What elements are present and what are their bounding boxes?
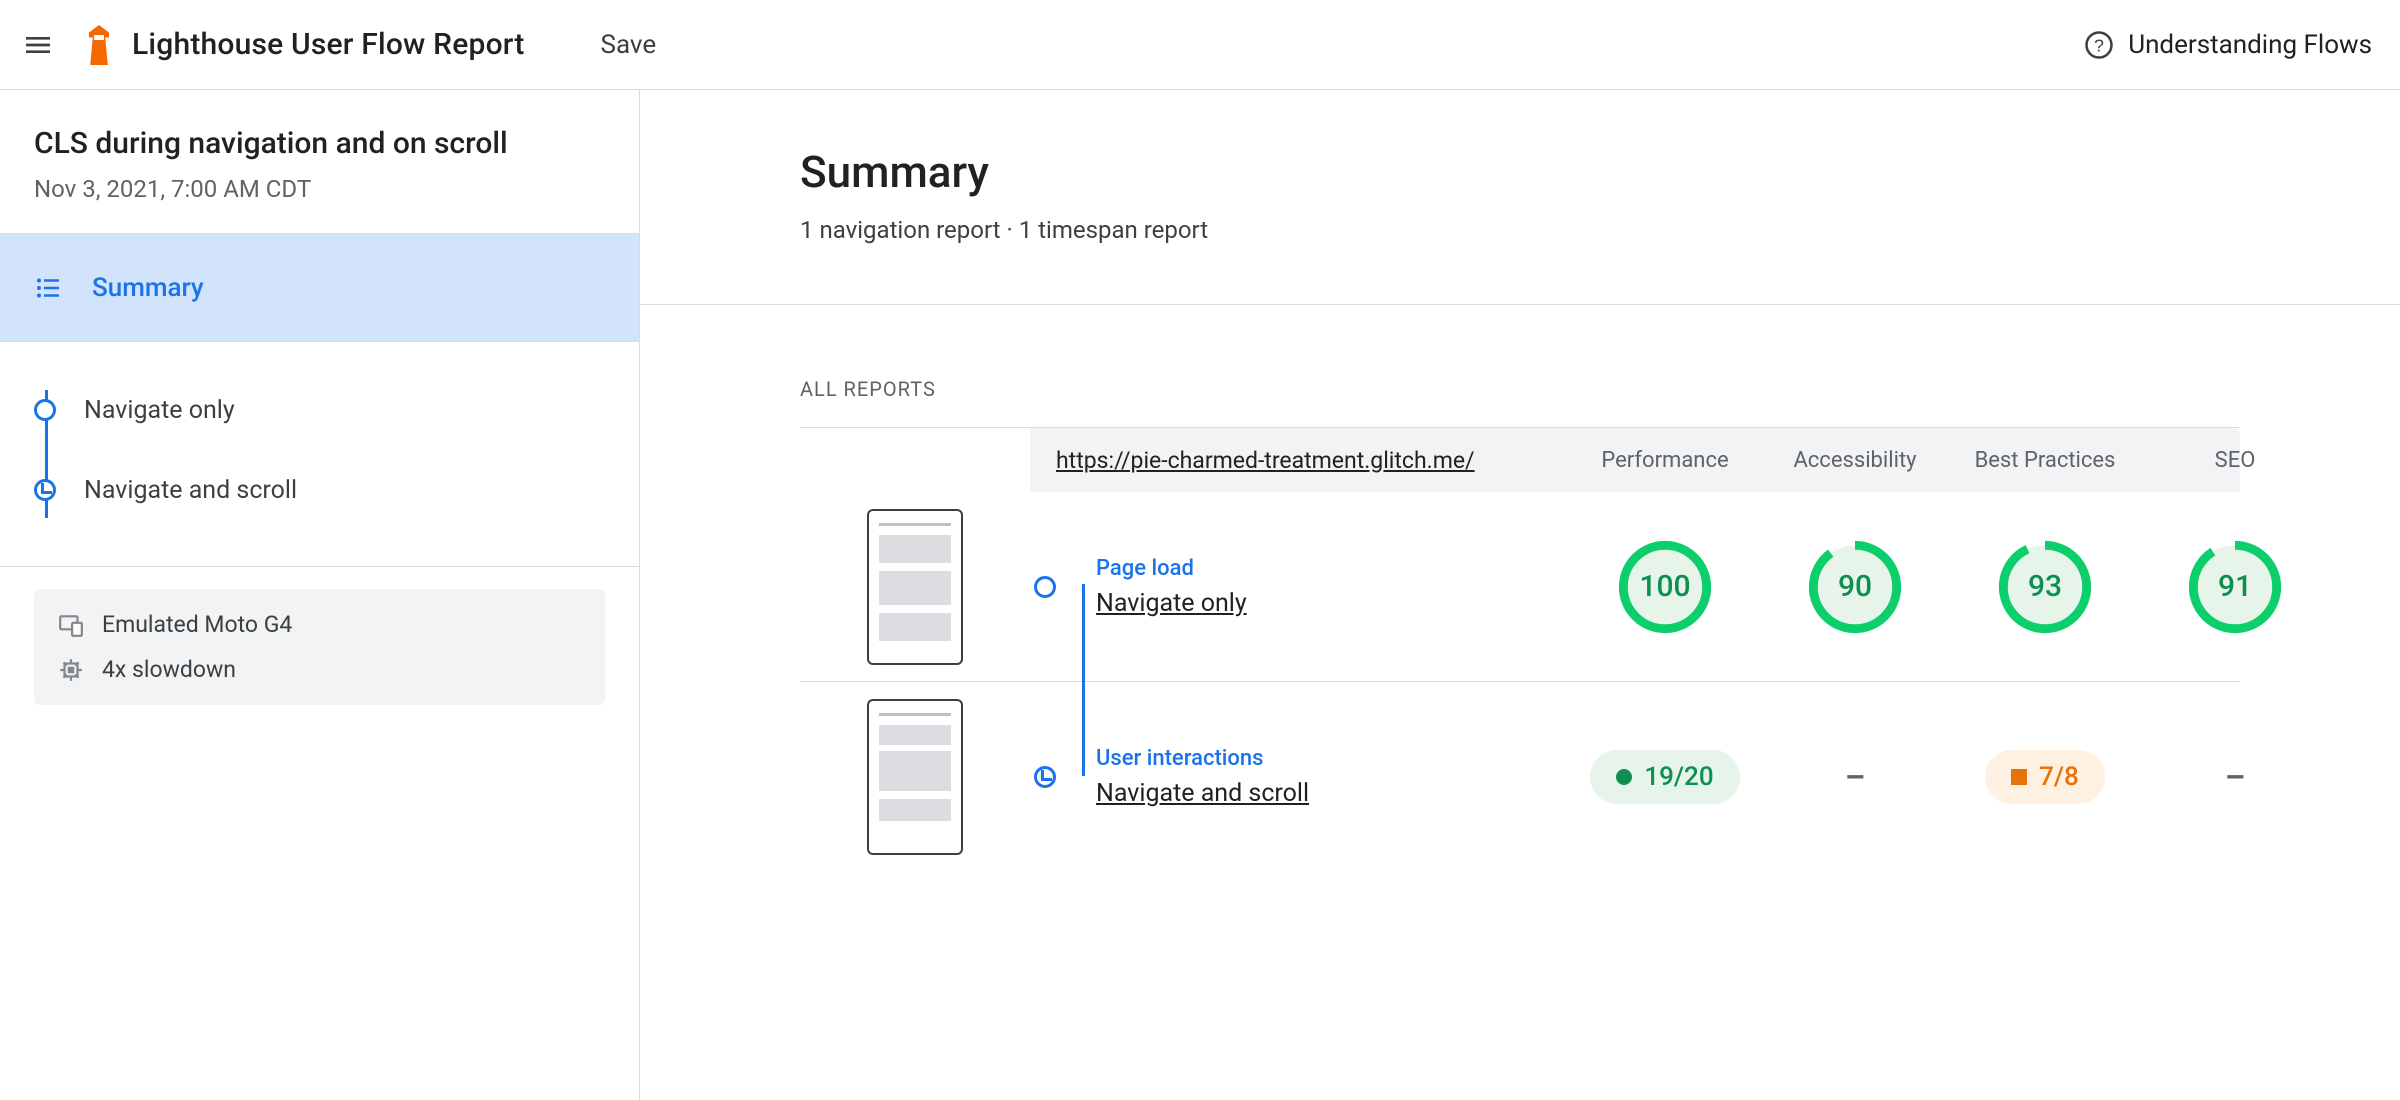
row-name-link[interactable]: Navigate only (1096, 589, 1247, 618)
timeline-connector (1082, 584, 1085, 776)
cpu-icon (58, 657, 84, 683)
menu-button[interactable] (18, 25, 58, 65)
list-icon (34, 273, 64, 303)
save-button[interactable]: Save (601, 30, 657, 60)
app-logo: Lighthouse User Flow Report (84, 25, 525, 65)
fraction-performance[interactable]: 19/20 (1570, 750, 1760, 804)
sidebar-step-navigate-only[interactable]: Navigate only (34, 370, 605, 450)
screenshot-thumbnail[interactable] (867, 509, 963, 665)
gauge-seo[interactable]: 91 (2140, 537, 2330, 637)
help-label: Understanding Flows (2128, 30, 2372, 60)
lighthouse-icon (84, 25, 114, 65)
col-seo: SEO (2140, 448, 2330, 473)
reports-header: https://pie-charmed-treatment.glitch.me/… (1030, 428, 2240, 492)
summary-label: Summary (92, 273, 204, 303)
navigation-marker-icon (34, 399, 56, 421)
app-title: Lighthouse User Flow Report (132, 27, 525, 62)
row-name-link[interactable]: Navigate and scroll (1096, 779, 1309, 808)
fraction-text: 7/8 (2039, 762, 2079, 792)
env-device: Emulated Moto G4 (58, 611, 581, 638)
pass-dot-icon (1616, 769, 1632, 785)
na-seo: – (2140, 758, 2330, 796)
screenshot-thumbnail[interactable] (867, 699, 963, 855)
gauge-value: 100 (1615, 537, 1715, 637)
col-accessibility: Accessibility (1760, 448, 1950, 473)
environment-panel: Emulated Moto G4 4x slowdown (34, 589, 605, 705)
main-panel: Summary 1 navigation report · 1 timespan… (640, 90, 2400, 1100)
average-square-icon (2011, 769, 2027, 785)
na-accessibility: – (1760, 758, 1950, 796)
flow-header: CLS during navigation and on scroll Nov … (0, 90, 639, 234)
col-best-practices: Best Practices (1950, 448, 2140, 473)
hamburger-icon (22, 29, 54, 61)
env-throttle-label: 4x slowdown (102, 656, 236, 683)
gauge-performance[interactable]: 100 (1570, 537, 1760, 637)
divider (640, 304, 2400, 305)
row-kind: Page load (1096, 556, 1247, 581)
col-performance: Performance (1570, 448, 1760, 473)
sidebar-step-navigate-and-scroll[interactable]: Navigate and scroll (34, 450, 605, 530)
sidebar-item-summary[interactable]: Summary (0, 234, 639, 342)
gauge-value: 93 (1995, 537, 2095, 637)
help-icon: ? (2084, 30, 2114, 60)
env-throttle: 4x slowdown (58, 656, 581, 683)
report-row-navigate-and-scroll: User interactions Navigate and scroll 19… (800, 682, 2240, 872)
env-device-label: Emulated Moto G4 (102, 611, 292, 638)
flow-title: CLS during navigation and on scroll (34, 126, 605, 161)
timespan-marker-icon (34, 479, 56, 501)
gauge-best-practices[interactable]: 93 (1950, 537, 2140, 637)
help-link[interactable]: ? Understanding Flows (2084, 30, 2372, 60)
flow-timestamp: Nov 3, 2021, 7:00 AM CDT (34, 175, 605, 203)
fraction-text: 19/20 (1644, 762, 1713, 792)
report-row-navigate-only: Page load Navigate only 100 90 (800, 492, 2240, 682)
svg-text:?: ? (2094, 35, 2104, 55)
page-subtitle: 1 navigation report · 1 timespan report (800, 216, 2240, 244)
step-label: Navigate only (84, 396, 235, 425)
topbar: Lighthouse User Flow Report Save ? Under… (0, 0, 2400, 90)
row-kind: User interactions (1096, 746, 1309, 771)
device-icon (58, 612, 84, 638)
report-url[interactable]: https://pie-charmed-treatment.glitch.me/ (1030, 447, 1570, 474)
timespan-marker-icon (1034, 766, 1056, 788)
fraction-best-practices[interactable]: 7/8 (1950, 750, 2140, 804)
page-heading: Summary (800, 146, 2240, 198)
sidebar-steps: Navigate only Navigate and scroll (0, 342, 639, 567)
gauge-value: 91 (2185, 537, 2285, 637)
gauge-accessibility[interactable]: 90 (1760, 537, 1950, 637)
all-reports-label: ALL REPORTS (800, 377, 2240, 401)
gauge-value: 90 (1805, 537, 1905, 637)
step-label: Navigate and scroll (84, 476, 297, 505)
sidebar: CLS during navigation and on scroll Nov … (0, 90, 640, 1100)
navigation-marker-icon (1034, 576, 1056, 598)
